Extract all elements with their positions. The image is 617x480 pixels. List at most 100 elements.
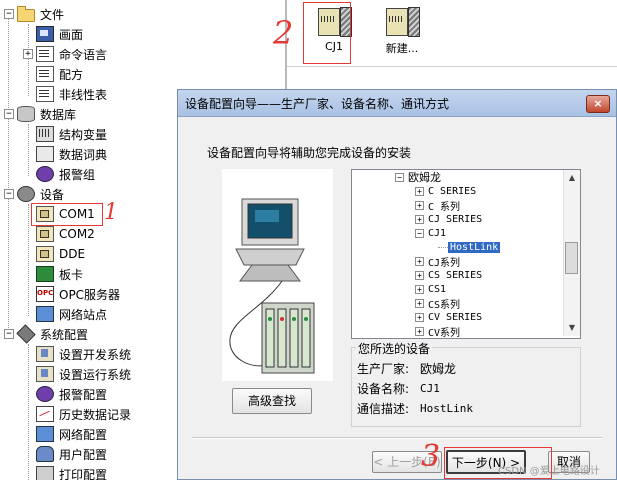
dialog-titlebar[interactable]: 设备配置向导——生产厂家、设备名称、通讯方式 × bbox=[178, 90, 616, 117]
comm-value: HostLink bbox=[420, 402, 473, 415]
expand-toggle[interactable]: + bbox=[415, 186, 424, 196]
device-name-label: 设备名称: bbox=[357, 382, 410, 396]
recipe-icon bbox=[36, 66, 54, 82]
book-icon bbox=[36, 146, 54, 162]
tree-item-label: 画面 bbox=[59, 27, 84, 42]
device-name-value: CJ1 bbox=[420, 382, 440, 395]
expand-toggle[interactable]: + bbox=[415, 298, 424, 308]
tree-item-label: 网络站点 bbox=[59, 307, 108, 322]
tree-item-label: 设备 bbox=[40, 187, 65, 202]
network-icon bbox=[36, 426, 54, 442]
collapse-toggle[interactable]: − bbox=[4, 329, 14, 339]
list-item-selected[interactable]: HostLink bbox=[448, 240, 501, 254]
device-illustration bbox=[222, 169, 333, 381]
tree-item-label: 命令语言 bbox=[59, 47, 108, 62]
tree-item-command-language[interactable]: + 命令语言 bbox=[23, 44, 107, 64]
list-item-label: CS SERIES bbox=[428, 269, 483, 281]
device-panel: CJ1 新建... 2 bbox=[273, 0, 617, 67]
tree-item-label: 文件 bbox=[40, 7, 65, 22]
group-title: 您所选的设备 bbox=[356, 340, 433, 357]
tree-item-nonlinear-table[interactable]: 非线性表 bbox=[36, 84, 107, 104]
tree-guide-line bbox=[28, 344, 29, 480]
com1-highlight-box bbox=[31, 203, 103, 226]
tree-item-recipe[interactable]: 配方 bbox=[36, 64, 83, 84]
tree-item-network-station[interactable]: 网络站点 bbox=[36, 304, 107, 324]
gears-icon bbox=[17, 186, 35, 202]
document-icon bbox=[36, 46, 54, 62]
collapse-toggle[interactable]: − bbox=[395, 172, 404, 182]
expand-toggle[interactable]: + bbox=[415, 256, 424, 266]
close-button[interactable]: × bbox=[586, 95, 610, 113]
list-item[interactable]: + C SERIES bbox=[415, 184, 476, 198]
config-icon bbox=[36, 366, 54, 382]
tree-item-label: 网络配置 bbox=[59, 427, 108, 442]
tree-item-user-config[interactable]: 用户配置 bbox=[36, 444, 107, 464]
tree-guide-line bbox=[438, 247, 448, 248]
tree-item-label: COM2 bbox=[59, 227, 95, 241]
device-tree-list[interactable]: − 欧姆龙 + C SERIES + C 系列 + CJ SERIES − CJ… bbox=[351, 169, 581, 339]
tree-item-history-record[interactable]: 历史数据记录 bbox=[36, 404, 131, 424]
list-item[interactable]: + C 系列 bbox=[415, 198, 460, 213]
expand-toggle[interactable]: + bbox=[415, 270, 424, 280]
tree-item-screen[interactable]: 画面 bbox=[36, 24, 83, 44]
tree-item-alarm-group[interactable]: 报警组 bbox=[36, 164, 95, 184]
list-item[interactable]: + CS系列 bbox=[415, 296, 460, 311]
scroll-down-arrow-icon[interactable]: ▼ bbox=[564, 320, 580, 336]
tree-item-label: 历史数据记录 bbox=[59, 407, 132, 422]
expand-toggle[interactable]: + bbox=[415, 312, 424, 322]
tree-item-file[interactable]: − 文件 bbox=[4, 4, 64, 24]
scroll-up-arrow-icon[interactable]: ▲ bbox=[564, 170, 580, 186]
computer-plc-illustration-icon bbox=[229, 198, 315, 374]
database-icon bbox=[17, 106, 35, 122]
tree-item-label: 板卡 bbox=[59, 267, 84, 282]
annotation-1: 1 bbox=[104, 200, 118, 225]
scroll-thumb[interactable] bbox=[565, 242, 578, 274]
list-item-label: CJ1 bbox=[428, 227, 447, 239]
list-item-label: CJ系列 bbox=[428, 257, 461, 269]
expand-toggle[interactable]: + bbox=[415, 200, 424, 210]
device-new[interactable]: 新建... bbox=[376, 6, 428, 56]
tree-item-system-config[interactable]: − 系统配置 bbox=[4, 324, 88, 344]
tree-item-com2[interactable]: COM2 bbox=[36, 224, 95, 244]
tree-item-dev-system[interactable]: 设置开发系统 bbox=[36, 344, 131, 364]
tree-item-alarm-config[interactable]: 报警配置 bbox=[36, 384, 107, 404]
card-icon bbox=[36, 266, 54, 282]
expand-toggle[interactable]: + bbox=[415, 284, 424, 294]
tree-guide-line bbox=[28, 124, 29, 176]
tree-item-database[interactable]: − 数据库 bbox=[4, 104, 76, 124]
list-item[interactable]: + CV SERIES bbox=[415, 310, 482, 324]
list-item[interactable]: + CV系列 bbox=[415, 324, 460, 338]
expand-toggle[interactable]: + bbox=[415, 214, 424, 224]
tree-item-opc-server[interactable]: OPC OPC服务器 bbox=[36, 284, 120, 304]
collapse-toggle[interactable]: − bbox=[4, 9, 14, 19]
tree-guide-line bbox=[28, 204, 29, 316]
tree-item-dde[interactable]: DDE bbox=[36, 244, 85, 264]
manufacturer-label: 生产厂家: bbox=[357, 362, 410, 376]
collapse-toggle[interactable]: − bbox=[4, 189, 14, 199]
list-item[interactable]: + CJ SERIES bbox=[415, 212, 482, 226]
dialog-title: 设备配置向导——生产厂家、设备名称、通讯方式 bbox=[185, 97, 450, 111]
collapse-toggle[interactable]: − bbox=[415, 228, 424, 238]
collapse-toggle[interactable]: − bbox=[4, 109, 14, 119]
expand-toggle[interactable]: + bbox=[23, 49, 33, 59]
tree-item-struct-vars[interactable]: 结构变量 bbox=[36, 124, 107, 144]
tree-item-devices[interactable]: − 设备 bbox=[4, 184, 64, 204]
list-item[interactable]: + CJ系列 bbox=[415, 254, 461, 269]
list-item[interactable]: − 欧姆龙 bbox=[395, 170, 441, 184]
advanced-search-button[interactable]: 高级查找 bbox=[232, 388, 312, 414]
list-item[interactable]: + CS SERIES bbox=[415, 268, 482, 282]
expand-toggle[interactable]: + bbox=[415, 326, 424, 336]
tree-item-data-dictionary[interactable]: 数据词典 bbox=[36, 144, 107, 164]
tree-item-board[interactable]: 板卡 bbox=[36, 264, 83, 284]
plc-device-icon bbox=[384, 6, 420, 37]
list-scrollbar[interactable]: ▲ ▼ bbox=[563, 170, 580, 336]
tree-item-print-config[interactable]: 打印配置 bbox=[36, 464, 107, 480]
comm-row: 通信描述: bbox=[357, 400, 409, 417]
serial-port-icon bbox=[36, 226, 54, 242]
tree-item-network-config[interactable]: 网络配置 bbox=[36, 424, 107, 444]
manufacturer-row: 生产厂家: bbox=[357, 360, 409, 377]
list-item[interactable]: + CS1 bbox=[415, 282, 446, 296]
tree-item-runtime-system[interactable]: 设置运行系统 bbox=[36, 364, 131, 384]
annotation-2: 2 bbox=[273, 14, 294, 52]
list-item[interactable]: − CJ1 bbox=[415, 226, 446, 240]
